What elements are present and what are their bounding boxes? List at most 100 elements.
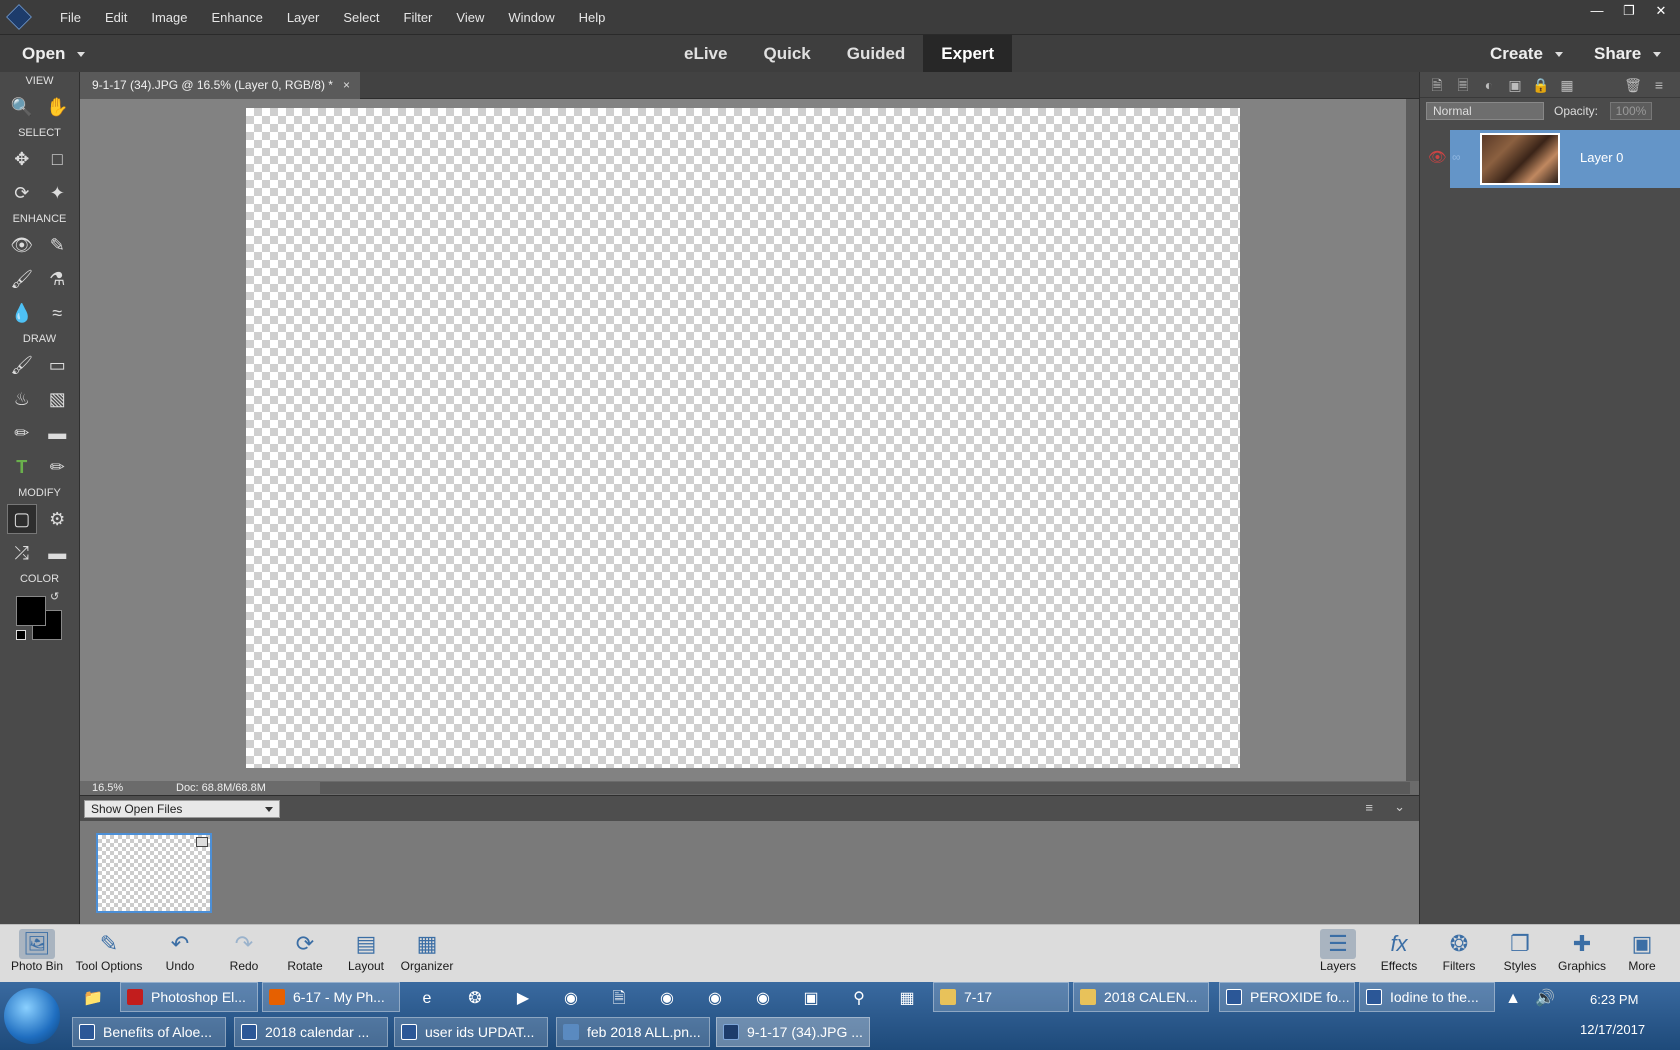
more-button[interactable]: ▣ More [1607, 929, 1677, 973]
eraser-tool-icon[interactable]: ▭ [42, 350, 72, 380]
taskbar-item-folder[interactable]: 7-17 [933, 982, 1069, 1012]
taskbar-item-photoshop[interactable]: Photoshop El... [120, 982, 258, 1012]
sponge-tool-icon[interactable]: ≈ [42, 298, 72, 328]
lock-transparency-icon[interactable]: ▦ [1558, 76, 1576, 94]
menu-image[interactable]: Image [139, 10, 199, 25]
layout-button[interactable]: ▤ Layout [331, 929, 401, 973]
type-tool-icon[interactable]: T [7, 452, 37, 482]
blend-mode-dropdown[interactable]: Normal [1426, 102, 1544, 120]
foreground-color-swatch[interactable] [16, 596, 46, 626]
menu-help[interactable]: Help [567, 10, 618, 25]
camera-icon[interactable]: ▣ [796, 984, 826, 1014]
image-canvas[interactable] [246, 108, 1240, 768]
taskbar-item-word[interactable]: Iodine to the... [1359, 982, 1495, 1012]
close-icon[interactable]: × [343, 72, 350, 99]
zoom-tool-icon[interactable]: 🔍 [7, 92, 37, 122]
ie-icon[interactable]: e [412, 984, 442, 1014]
clock-date[interactable]: 12/17/2017 [1580, 1022, 1645, 1037]
visibility-hidden-icon[interactable]: 👁 [1428, 148, 1447, 166]
close-icon[interactable]: ✕ [1650, 2, 1672, 20]
zoom-level[interactable]: 16.5% [92, 781, 123, 795]
menu-edit[interactable]: Edit [93, 10, 139, 25]
horizontal-scrollbar[interactable] [320, 782, 1410, 794]
create-button[interactable]: Create [1490, 35, 1563, 73]
explorer-icon[interactable]: 📁 [78, 984, 108, 1014]
hand-tool-icon[interactable]: ✋ [42, 92, 72, 122]
document-icon[interactable]: 🗎 [604, 984, 634, 1014]
styles-button[interactable]: ❐ Styles [1485, 929, 1555, 973]
document-tab[interactable]: 9-1-17 (34).JPG @ 16.5% (Layer 0, RGB/8)… [80, 72, 360, 99]
vertical-scrollbar[interactable] [1406, 99, 1419, 781]
tab-quick[interactable]: Quick [745, 35, 828, 73]
filters-button[interactable]: ❂ Filters [1424, 929, 1494, 973]
organizer-button[interactable]: ▦ Organizer [392, 929, 462, 973]
layer-mask-icon[interactable]: ▣ [1506, 76, 1524, 94]
new-layer-icon[interactable]: 🗎 [1428, 76, 1446, 94]
rotate-button[interactable]: ⟳ Rotate [270, 929, 340, 973]
start-button[interactable] [4, 988, 60, 1044]
app-icon[interactable]: ◉ [748, 984, 778, 1014]
menu-file[interactable]: File [48, 10, 93, 25]
share-button[interactable]: Share [1594, 35, 1662, 73]
tool-options-button[interactable]: ✎ Tool Options [74, 929, 144, 973]
tab-guided[interactable]: Guided [829, 35, 924, 73]
redo-button[interactable]: ↷ Redo [209, 929, 279, 973]
panel-menu-icon[interactable]: ≡ [1650, 76, 1668, 94]
swap-colors-icon[interactable]: ↺ [50, 590, 59, 603]
opacity-field[interactable]: 100% [1610, 102, 1652, 120]
taskbar-item-word[interactable]: PEROXIDE fo... [1219, 982, 1355, 1012]
layer-row[interactable]: ∞ Layer 0 [1450, 130, 1680, 188]
eyedropper-tool-icon[interactable]: ✏ [7, 418, 37, 448]
healing-brush-tool-icon[interactable]: ✎ [42, 230, 72, 260]
marquee-tool-icon[interactable]: □ [42, 144, 72, 174]
photo-bin-button[interactable]: 🖼 Photo Bin [2, 929, 72, 973]
pencil-tool-icon[interactable]: ✏ [42, 452, 72, 482]
move-tool-icon[interactable]: ✥ [7, 144, 37, 174]
link-icon[interactable]: ∞ [1452, 150, 1461, 164]
taskbar-item-photoshop-doc[interactable]: 9-1-17 (34).JPG ... [716, 1017, 870, 1047]
tab-expert[interactable]: Expert [923, 35, 1013, 73]
menu-select[interactable]: Select [331, 10, 391, 25]
bin-menu-icon[interactable]: ≡ [1365, 800, 1373, 815]
content-aware-move-tool-icon[interactable]: ⤮ [7, 538, 37, 568]
clone-stamp-tool-icon[interactable]: ⚗ [42, 264, 72, 294]
app-icon[interactable]: ◉ [556, 984, 586, 1014]
brush-tool-icon[interactable]: 🖌 [7, 350, 37, 380]
media-icon[interactable]: ▶ [508, 984, 538, 1014]
magic-wand-tool-icon[interactable]: ✦ [42, 178, 72, 208]
rectangle-tool-icon[interactable]: ▬ [42, 418, 72, 448]
show-open-files-dropdown[interactable]: Show Open Files [84, 800, 280, 818]
app-icon[interactable]: ◉ [652, 984, 682, 1014]
straighten-tool-icon[interactable]: ▬ [42, 538, 72, 568]
recompose-tool-icon[interactable]: ⚙ [42, 504, 72, 534]
open-button[interactable]: Open [22, 35, 86, 73]
gradient-tool-icon[interactable]: ▧ [42, 384, 72, 414]
tab-elive[interactable]: eLive [666, 35, 745, 73]
menu-filter[interactable]: Filter [392, 10, 445, 25]
trash-icon[interactable]: 🗑 [1624, 76, 1642, 94]
app-icon[interactable]: ◉ [700, 984, 730, 1014]
layers-button[interactable]: ☰ Layers [1303, 929, 1373, 973]
smart-brush-tool-icon[interactable]: 🖌 [7, 264, 37, 294]
taskbar-item-word[interactable]: user ids UPDAT... [394, 1017, 548, 1047]
taskbar-item-image[interactable]: feb 2018 ALL.pn... [556, 1017, 710, 1047]
default-colors-icon[interactable] [16, 630, 26, 640]
lasso-tool-icon[interactable]: ⟳ [7, 178, 37, 208]
menu-layer[interactable]: Layer [275, 10, 332, 25]
new-group-icon[interactable]: 🗏 [1454, 76, 1472, 94]
open-file-thumbnail[interactable] [96, 833, 212, 913]
chevron-down-icon[interactable]: ⌄ [1394, 799, 1405, 815]
taskbar-item-firefox[interactable]: 6-17 - My Ph... [262, 982, 400, 1012]
tray-expand-icon[interactable]: ▲ [1498, 984, 1528, 1014]
crop-tool-icon[interactable]: ▢ [6, 504, 37, 534]
undo-button[interactable]: ↶ Undo [145, 929, 215, 973]
paint-bucket-tool-icon[interactable]: ♨ [7, 384, 37, 414]
taskbar-item-word[interactable]: 2018 calendar ... [234, 1017, 388, 1047]
volume-icon[interactable]: 🔊 [1530, 984, 1560, 1014]
restore-icon[interactable]: ❐ [1618, 2, 1640, 20]
clock-time[interactable]: 6:23 PM [1590, 992, 1638, 1007]
red-eye-tool-icon[interactable]: 👁 [7, 230, 37, 260]
menu-window[interactable]: Window [496, 10, 566, 25]
app-icon[interactable]: ❂ [460, 984, 490, 1014]
blur-tool-icon[interactable]: 💧 [7, 298, 37, 328]
